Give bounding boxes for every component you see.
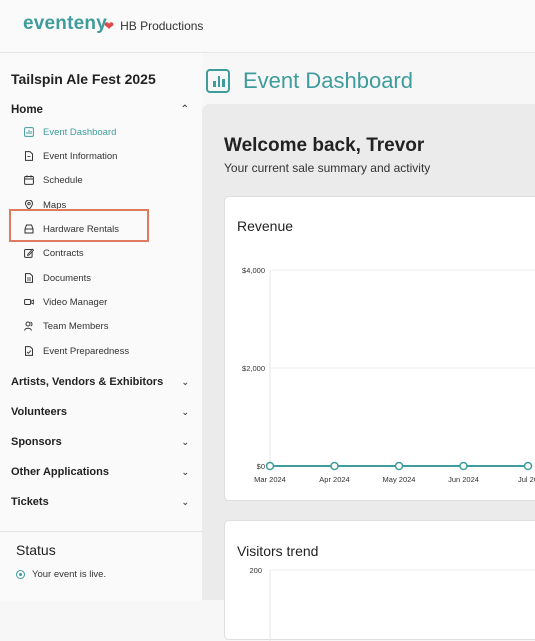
section-label: Tickets <box>11 496 49 508</box>
revenue-y-tick-label: $4,000 <box>242 266 265 275</box>
sidebar-item-schedule[interactable]: Schedule <box>24 171 83 189</box>
section-label: Volunteers <box>11 406 68 418</box>
sidebar-item-label: Documents <box>43 272 92 284</box>
revenue-chart: $0 $2,000 $4,000 Mar 2024 Apr 2024 May 2024 Ju… <box>242 266 535 484</box>
sidebar: Tailspin Ale Fest 2025 Home ⌃ Event Dash… <box>0 53 202 601</box>
revenue-data-point <box>330 461 339 471</box>
sidebar-item-label: Event Dashboard <box>43 126 117 138</box>
sidebar-item-event-information[interactable]: Event Information <box>24 147 117 165</box>
document-icon <box>25 151 33 161</box>
top-bar: eventeny ❤ HB Productions <box>0 0 535 53</box>
home-section-header[interactable]: Home ⌃ <box>11 104 189 116</box>
revenue-y-tick-label: $2,000 <box>242 364 265 373</box>
section-volunteers[interactable]: Volunteers ⌄ <box>11 406 189 418</box>
team-icon <box>24 321 33 331</box>
sidebar-item-team-members[interactable]: Team Members <box>24 317 108 335</box>
revenue-card: Revenue $0 $2,000 $4,000 Mar 2024 Apr 2024 Ma… <box>224 196 535 501</box>
sidebar-item-label: Video Manager <box>43 296 108 308</box>
organization-name: HB Productions <box>120 19 204 33</box>
revenue-data-point <box>394 461 404 471</box>
revenue-x-tick-label: Jul 20 <box>518 475 535 484</box>
sidebar-item-label: Event Preparedness <box>43 345 130 357</box>
revenue-x-tick-label: Apr 2024 <box>319 475 349 484</box>
event-name: Tailspin Ale Fest 2025 <box>11 71 156 87</box>
page-header: Event Dashboard <box>206 66 413 96</box>
visitors-chart: 200 <box>249 566 535 641</box>
section-other-applications[interactable]: Other Applications ⌄ <box>11 466 189 478</box>
sidebar-item-documents[interactable]: Documents <box>24 269 91 287</box>
chevron-down-icon: ⌄ <box>181 497 189 507</box>
edit-icon <box>24 248 34 258</box>
section-artists-vendors-exhibitors[interactable]: Artists, Vendors & Exhibitors ⌄ <box>11 376 189 388</box>
revenue-data-point <box>459 461 468 471</box>
live-status-icon <box>16 570 25 579</box>
section-tickets[interactable]: Tickets ⌄ <box>11 496 189 508</box>
revenue-x-tick-label: May 2024 <box>383 475 416 484</box>
video-icon <box>24 299 34 305</box>
chevron-down-icon: ⌄ <box>181 377 189 387</box>
status-title: Status <box>16 542 56 558</box>
section-label: Sponsors <box>11 436 62 448</box>
sidebar-item-label: Event Information <box>43 150 118 162</box>
sidebar-item-label: Contracts <box>43 247 84 259</box>
sidebar-item-event-preparedness[interactable]: Event Preparedness <box>24 342 129 360</box>
dashboard-content: Welcome back, Trevor Your current sale s… <box>202 104 535 641</box>
checklist-icon <box>25 346 33 356</box>
eventeny-logo[interactable]: eventeny <box>23 13 107 35</box>
sidebar-item-label: Team Members <box>43 320 109 332</box>
calendar-icon <box>24 175 34 185</box>
chevron-down-icon: ⌄ <box>181 437 189 447</box>
bar-chart-icon <box>206 69 230 93</box>
organization-switcher[interactable]: ❤ HB Productions <box>104 19 203 33</box>
bar-chart-icon <box>24 127 34 137</box>
hardware-rentals-highlight <box>9 209 149 242</box>
chevron-down-icon: ⌄ <box>181 407 189 417</box>
revenue-x-tick-label: Jun 2024 <box>448 475 479 484</box>
section-label: Other Applications <box>11 466 109 478</box>
revenue-y-tick-label: $0 <box>257 462 265 471</box>
revenue-x-tick-label: Mar 2024 <box>254 475 286 484</box>
status-message: Your event is live. <box>16 569 106 580</box>
revenue-data-point <box>523 461 533 471</box>
chevron-down-icon: ⌄ <box>181 467 189 477</box>
sidebar-item-contracts[interactable]: Contracts <box>24 244 84 262</box>
visitors-y-tick-label: 200 <box>249 566 262 575</box>
status-panel: Status Your event is live. <box>0 531 202 601</box>
welcome-heading: Welcome back, Trevor <box>224 135 425 156</box>
revenue-data-point <box>265 461 275 471</box>
home-section-label: Home <box>11 104 43 116</box>
status-text: Your event is live. <box>32 569 107 580</box>
page-title: Event Dashboard <box>243 68 413 93</box>
sidebar-item-event-dashboard[interactable]: Event Dashboard <box>24 123 116 141</box>
section-label: Artists, Vendors & Exhibitors <box>11 376 164 388</box>
sidebar-item-video-manager[interactable]: Video Manager <box>24 293 107 311</box>
chevron-up-icon: ⌃ <box>180 104 189 115</box>
visitors-card: Visitors trend 200 <box>224 520 535 641</box>
section-sponsors[interactable]: Sponsors ⌄ <box>11 436 189 448</box>
sidebar-item-label: Schedule <box>43 174 83 186</box>
heart-icon: ❤ <box>104 19 115 33</box>
welcome-subtitle: Your current sale summary and activity <box>224 161 431 175</box>
document-icon <box>25 273 33 283</box>
main-content: Event Dashboard Welcome back, Trevor You… <box>202 53 535 641</box>
